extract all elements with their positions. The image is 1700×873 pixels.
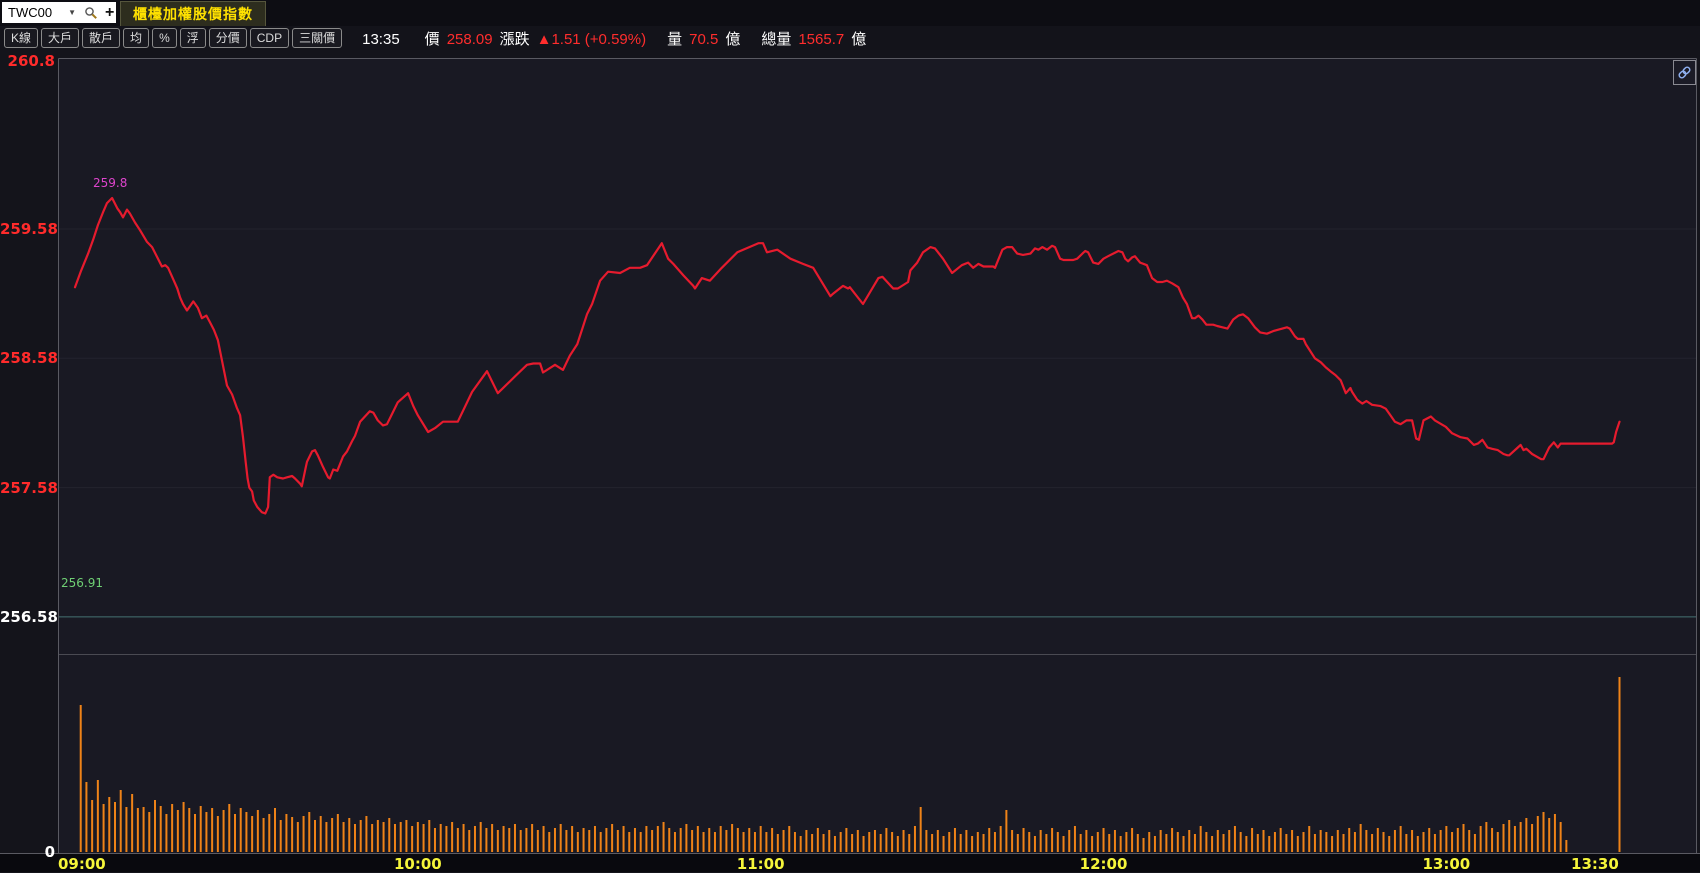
change-value: ▲1.51 (+0.59%) xyxy=(536,30,647,48)
toolbar: K線 大戶 散戶均% 浮分價 CDP 三關價 13:35 價 258.09 漲跌 ▲1.51 (+… xyxy=(0,26,1700,50)
toolbar-button-9[interactable]: 三關價 xyxy=(292,28,343,48)
search-icon[interactable] xyxy=(84,6,98,20)
quote-time: 13:35 xyxy=(362,30,400,48)
link-icon xyxy=(1677,65,1692,80)
symbol-input[interactable]: TWC00 xyxy=(5,5,52,20)
toolbar-button-8[interactable]: CDP xyxy=(249,28,290,48)
chart-background xyxy=(58,58,1697,854)
volume-value: 70.5 xyxy=(689,30,719,48)
symbol-combo[interactable]: TWC00 ▼ + xyxy=(2,2,116,23)
chart-canvas[interactable] xyxy=(0,0,1700,872)
total-volume-label: 總量 xyxy=(761,30,792,48)
volume-unit: 億 xyxy=(725,30,741,48)
time-axis-strip xyxy=(0,853,1700,872)
price-value: 258.09 xyxy=(446,30,493,48)
total-volume-unit: 億 xyxy=(851,30,867,48)
tab-index-name[interactable]: 櫃檯加權股價指數 xyxy=(120,1,266,26)
quote-bar: 13:35 價 258.09 漲跌 ▲1.51 (+0.59%) 量 70.5 億 總量 1565… xyxy=(362,28,873,49)
toolbar-button-3[interactable]: 散戶 xyxy=(82,28,121,48)
toolbar-button-1[interactable]: K線 xyxy=(4,28,39,48)
volume-label: 量 xyxy=(667,30,683,48)
change-label: 漲跌 xyxy=(499,30,530,48)
toolbar-button-4[interactable]: 均 xyxy=(123,28,150,48)
toolbar-button-7[interactable]: 分價 xyxy=(208,28,247,48)
toolbar-button-6[interactable]: 浮 xyxy=(179,28,206,48)
top-bar: TWC00 ▼ + 櫃檯加權股價指數 xyxy=(0,0,1700,26)
toolbar-buttons: K線 大戶 散戶均% 浮分價 CDP 三關價 xyxy=(0,28,343,48)
toolbar-button-2[interactable]: 大戶 xyxy=(41,28,80,48)
tab-title: 櫃檯加權股價指數 xyxy=(133,6,253,22)
chevron-down-icon[interactable]: ▼ xyxy=(68,8,76,17)
total-volume-value: 1565.7 xyxy=(798,30,845,48)
add-symbol-button[interactable]: + xyxy=(105,4,114,20)
link-button[interactable] xyxy=(1673,60,1696,85)
toolbar-button-5[interactable]: % xyxy=(152,28,177,48)
price-label: 價 xyxy=(424,30,440,48)
